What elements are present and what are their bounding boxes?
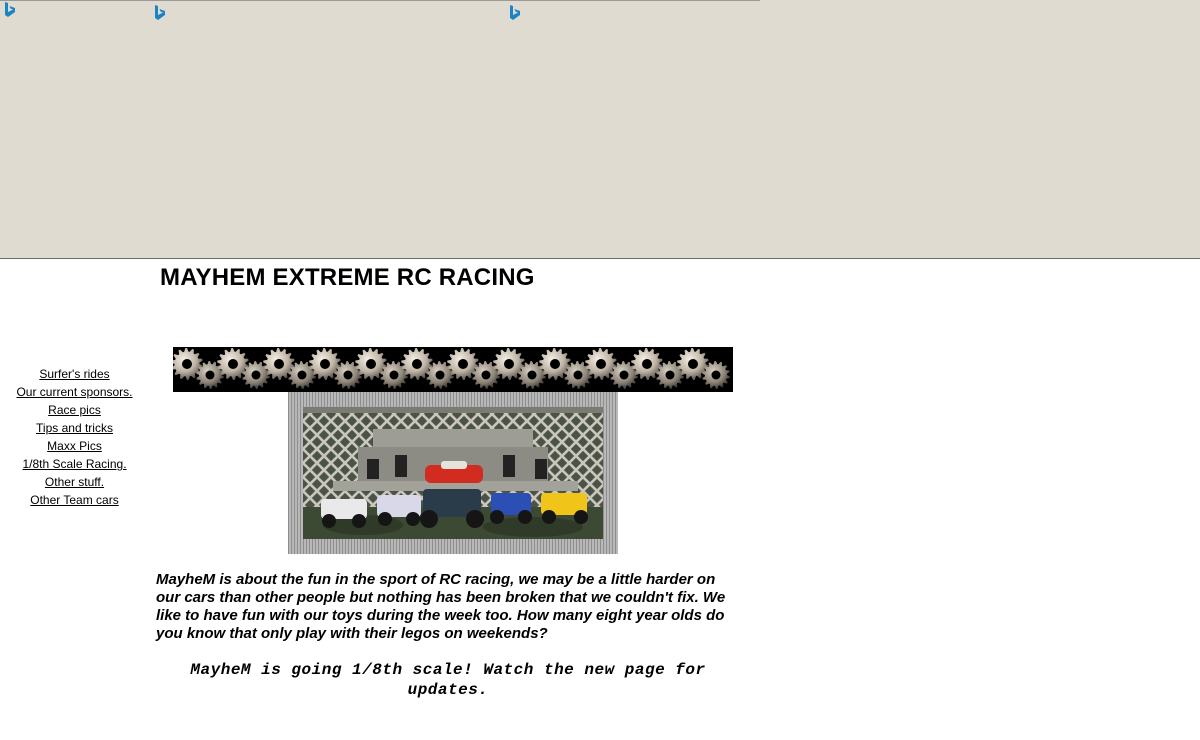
page-title: MAYHEM EXTREME RC RACING xyxy=(160,264,535,291)
gear-hole xyxy=(435,370,445,380)
gear-hole xyxy=(619,370,629,380)
sidebar-link-sponsors[interactable]: Our current sponsors. xyxy=(8,383,141,401)
gear-hole xyxy=(688,359,698,369)
sidebar-link-other-stuff[interactable]: Other stuff. xyxy=(8,473,141,491)
bing-icon[interactable] xyxy=(152,4,168,22)
sidebar-link-other-team-cars[interactable]: Other Team cars xyxy=(8,491,141,509)
cutoff-text-fragment xyxy=(510,734,513,740)
gear-hole xyxy=(481,370,491,380)
sidebar-link-tips-and-tricks[interactable]: Tips and tricks xyxy=(8,419,141,437)
banner-top-border xyxy=(0,0,760,1)
announcement-text: MayheM is going 1/8th scale! Watch the n… xyxy=(190,661,706,699)
gear-hole xyxy=(550,359,560,369)
gear-hole xyxy=(320,359,330,369)
gear-hole xyxy=(343,370,353,380)
gear-hole xyxy=(389,370,399,380)
gear-hole xyxy=(642,359,652,369)
gear-hole xyxy=(366,359,376,369)
gear-hole xyxy=(205,370,215,380)
gear-hole xyxy=(412,359,422,369)
gear-hole xyxy=(711,370,721,380)
gear-hole xyxy=(596,359,606,369)
rc-cars-photo xyxy=(303,407,603,539)
bing-icon[interactable] xyxy=(507,4,523,22)
gear-hole xyxy=(573,370,583,380)
gear-hole xyxy=(182,359,192,369)
banner-bottom-border xyxy=(0,258,1200,259)
photo-frame xyxy=(288,392,618,554)
gear-hole xyxy=(665,370,675,380)
gear-banner xyxy=(173,347,733,392)
gear-hole xyxy=(251,370,261,380)
ad-banner-area xyxy=(0,0,1200,259)
bing-icon[interactable] xyxy=(2,1,18,19)
sidebar-link-eighth-scale-racing[interactable]: 1/8th Scale Racing. xyxy=(8,455,141,473)
gear-hole xyxy=(458,359,468,369)
sidebar-link-surfers-rides[interactable]: Surfer's rides xyxy=(8,365,141,383)
gear-icon xyxy=(173,348,730,389)
gear-hole xyxy=(504,359,514,369)
sidebar-link-race-pics[interactable]: Race pics xyxy=(8,401,141,419)
sidebar-nav: Surfer's rides Our current sponsors. Rac… xyxy=(8,365,141,509)
sidebar-link-maxx-pics[interactable]: Maxx Pics xyxy=(8,437,141,455)
gear-hole xyxy=(274,359,284,369)
gear-hole xyxy=(527,370,537,380)
intro-paragraph: MayheM is about the fun in the sport of … xyxy=(156,571,726,642)
gear-hole xyxy=(228,359,238,369)
gear-hole xyxy=(297,370,307,380)
